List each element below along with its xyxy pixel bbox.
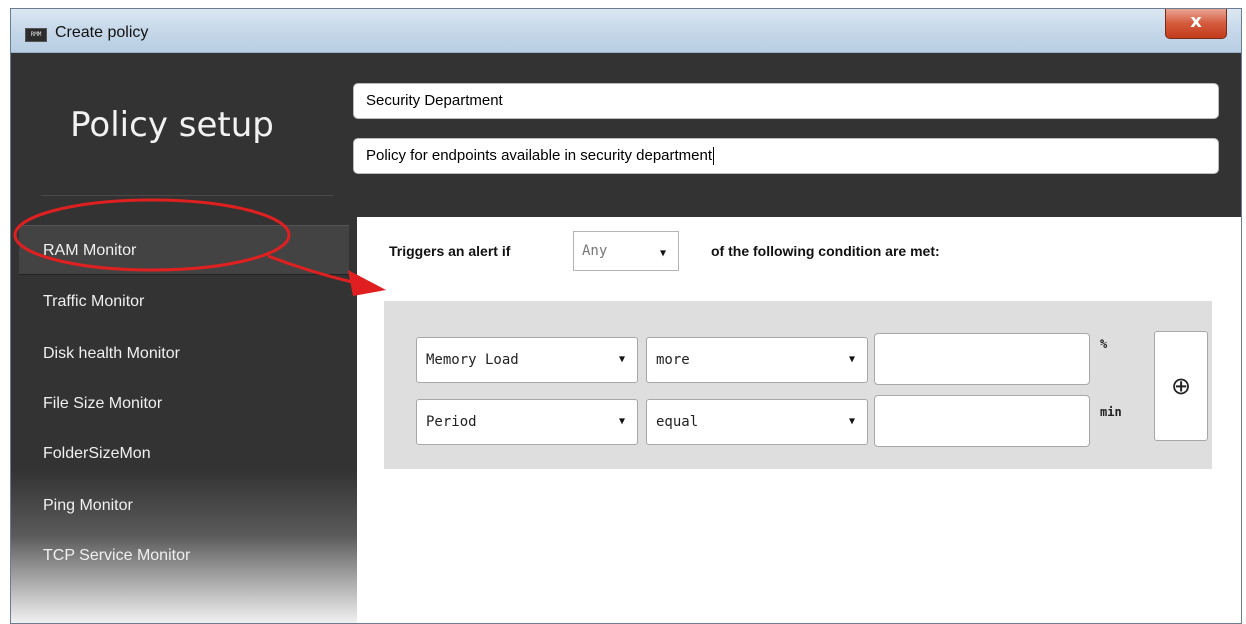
page-title: Policy setup <box>70 105 274 145</box>
sidebar-item-ping-monitor[interactable]: Ping Monitor <box>19 481 349 531</box>
condition-field-select[interactable]: Period ▼ <box>416 399 638 445</box>
policy-name-field[interactable]: Security Department <box>353 83 1219 119</box>
policy-name-value: Security Department <box>366 92 503 109</box>
trigger-prefix-label: Triggers an alert if <box>389 243 511 259</box>
sidebar-item-foldersizemon[interactable]: FolderSizeMon <box>19 429 349 479</box>
policy-header: Policy setup <box>11 53 1241 217</box>
condition-value-input[interactable] <box>874 333 1090 385</box>
sidebar-item-tcp-service-monitor[interactable]: TCP Service Monitor <box>19 531 349 581</box>
condition-unit-label: min <box>1100 405 1122 419</box>
condition-operator-value: more <box>656 352 690 368</box>
match-mode-value: Any <box>582 243 608 259</box>
chevron-down-icon: ▼ <box>618 354 625 365</box>
text-caret <box>713 147 715 166</box>
condition-unit-label: % <box>1100 337 1108 351</box>
condition-field-value: Period <box>426 414 477 430</box>
add-condition-button[interactable]: ⊕ <box>1154 331 1208 441</box>
app-icon: RMM <box>25 28 47 42</box>
condition-operator-select[interactable]: more ▼ <box>646 337 868 383</box>
monitor-sidebar: RAM Monitor Traffic Monitor Disk health … <box>11 217 357 623</box>
close-button[interactable]: x <box>1165 9 1227 39</box>
condition-field-value: Memory Load <box>426 352 519 368</box>
sidebar-item-disk-health-monitor[interactable]: Disk health Monitor <box>19 329 349 379</box>
condition-field-select[interactable]: Memory Load ▼ <box>416 337 638 383</box>
create-policy-window: RMM Create policy x Policy setup Securit… <box>10 8 1242 624</box>
trigger-suffix-label: of the following condition are met: <box>711 243 940 259</box>
sidebar-item-file-size-monitor[interactable]: File Size Monitor <box>19 379 349 429</box>
sidebar-item-traffic-monitor[interactable]: Traffic Monitor <box>19 277 349 327</box>
chevron-down-icon: ▼ <box>618 416 625 427</box>
policy-description-value: Policy for endpoints available in securi… <box>366 147 713 164</box>
title-bar[interactable]: RMM Create policy x <box>11 9 1241 53</box>
condition-operator-select[interactable]: equal ▼ <box>646 399 868 445</box>
chevron-down-icon: ▼ <box>848 354 855 365</box>
condition-operator-value: equal <box>656 414 699 430</box>
plus-circle-icon: ⊕ <box>1170 372 1192 400</box>
conditions-panel: Memory Load ▼ more ▼ % Period ▼ equal ▼ … <box>384 301 1212 469</box>
chevron-down-icon: ▼ <box>659 248 666 259</box>
sidebar-item-ram-monitor[interactable]: RAM Monitor <box>19 225 349 275</box>
match-mode-select[interactable]: Any ▼ <box>573 231 679 271</box>
policy-description-field[interactable]: Policy for endpoints available in securi… <box>353 138 1219 174</box>
header-divider <box>41 195 333 196</box>
window-title: Create policy <box>55 24 149 41</box>
condition-value-input[interactable] <box>874 395 1090 447</box>
chevron-down-icon: ▼ <box>848 416 855 427</box>
